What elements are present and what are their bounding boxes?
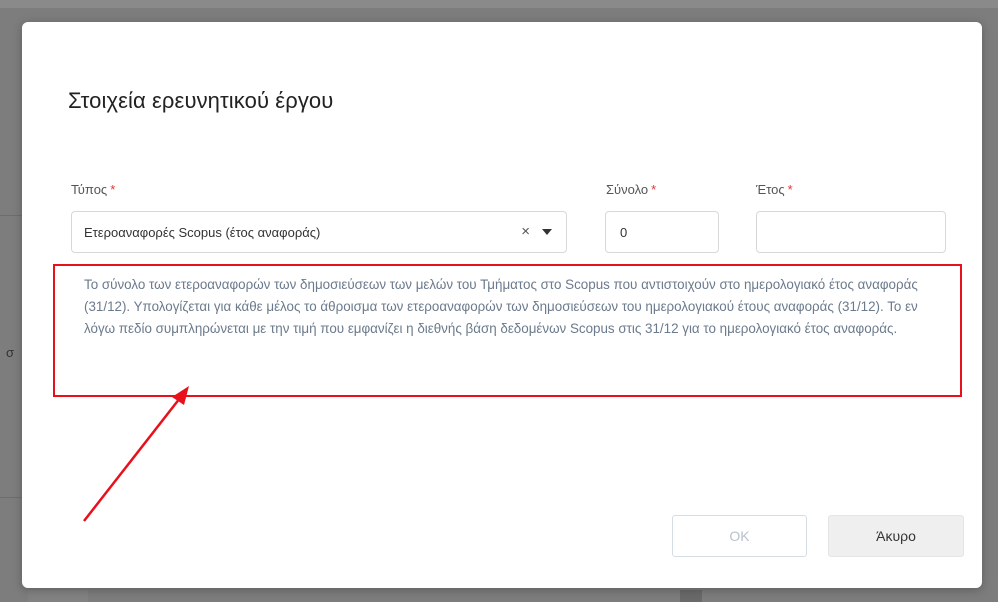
required-marker: * [110,182,116,197]
background-text-fragment: σ [6,345,15,360]
background-divider [0,497,22,498]
research-project-dialog: Στοιχεία ερευνητικού έργου Τύπος * Σύνολο… [22,22,982,588]
type-label-text: Τύπος [71,182,108,197]
type-select[interactable]: Ετεροαναφορές Scopus (έτος αναφοράς) × [71,211,567,253]
background-panel [680,590,702,602]
dialog-title: Στοιχεία ερευνητικού έργου [68,88,334,113]
background-divider [0,215,22,216]
background-page [0,0,998,8]
year-label-text: Έτος [756,182,785,197]
background-panel [28,590,88,602]
caret-down-icon[interactable] [542,229,552,235]
required-marker: * [651,182,657,197]
close-icon[interactable]: × [521,223,530,240]
year-input[interactable] [756,211,946,253]
type-label: Τύπος * [71,182,115,197]
total-input[interactable] [605,211,719,253]
type-select-value: Ετεροαναφορές Scopus (έτος αναφοράς) [84,225,321,240]
total-label-text: Σύνολο [606,182,649,197]
year-label: Έτος * [756,182,793,197]
total-label: Σύνολο * [606,182,656,197]
ok-button[interactable]: OK [672,515,807,557]
required-marker: * [787,182,793,197]
cancel-button[interactable]: Άκυρο [828,515,964,557]
field-help-text: Το σύνολο των ετεροαναφορών των δημοσιεύ… [84,277,918,336]
